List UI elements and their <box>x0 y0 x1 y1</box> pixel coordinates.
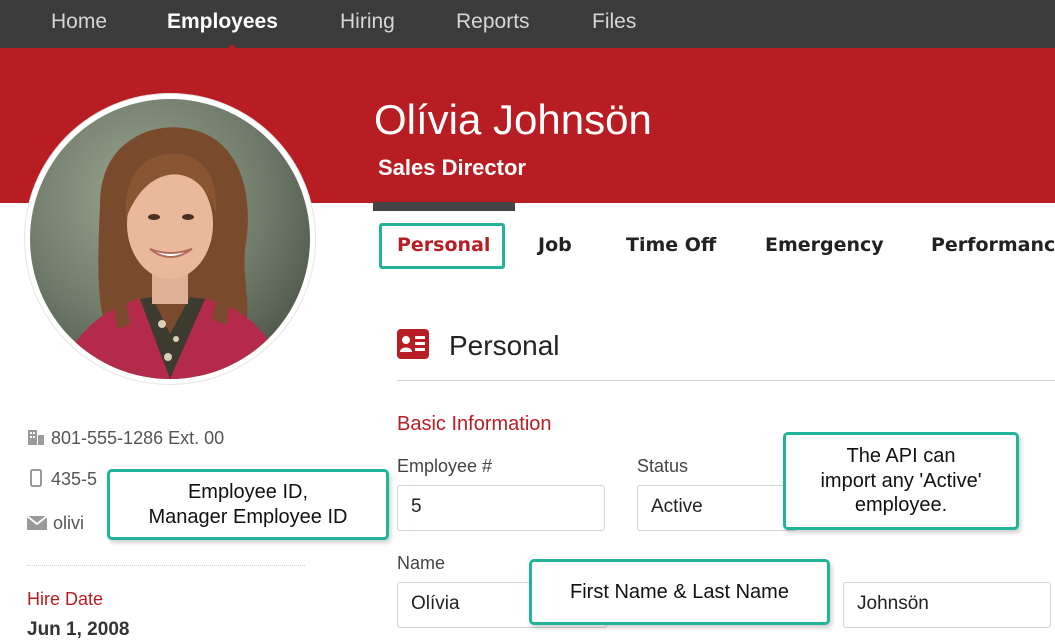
hire-date-label: Hire Date <box>27 589 104 609</box>
callout-name: First Name & Last Name <box>529 559 830 625</box>
tab-personal[interactable]: Personal <box>397 234 490 256</box>
mobile-phone-text[interactable]: 435-5 <box>51 469 97 489</box>
callout-api-line1: The API can <box>846 445 956 468</box>
callout-employee-id: Employee ID, Manager Employee ID <box>107 469 389 540</box>
callout-api-line3: employee. <box>854 494 948 517</box>
hire-date-value: Jun 1, 2008 <box>27 619 130 640</box>
email: olivi <box>26 513 84 534</box>
mobile-phone-icon <box>30 469 42 487</box>
email-text[interactable]: olivi <box>53 513 84 533</box>
employee-number-field[interactable]: 5 <box>397 485 605 531</box>
name-label: Name <box>397 553 446 573</box>
tab-time-off[interactable]: Time Off <box>626 234 716 256</box>
callout-employee-id-line2: Manager Employee ID <box>148 505 348 528</box>
tab-job[interactable]: Job <box>538 234 572 256</box>
work-phone-text[interactable]: 801-555-1286 Ext. 00 <box>51 428 224 448</box>
header-accent-bar <box>373 202 515 211</box>
employee-name: Olívia Johnsön <box>374 96 652 143</box>
mobile-phone: 435-5 <box>27 469 97 490</box>
callout-name-text: First Name & Last Name <box>570 580 789 603</box>
callout-api-active: The API can import any 'Active' employee… <box>783 432 1019 530</box>
status-field[interactable]: Active <box>637 485 797 531</box>
id-card-icon <box>397 329 429 359</box>
work-phone: 801-555-1286 Ext. 00 <box>27 428 224 449</box>
section-title: Personal <box>449 330 560 361</box>
status-label: Status <box>637 456 689 476</box>
tab-emergency[interactable]: Emergency <box>765 234 884 256</box>
last-name-field[interactable]: Johnsön <box>843 582 1051 628</box>
left-divider <box>27 565 305 566</box>
employee-number-label: Employee # <box>397 456 493 476</box>
envelope-icon <box>26 515 48 530</box>
avatar[interactable] <box>25 94 315 384</box>
nav-files[interactable]: Files <box>592 10 636 34</box>
building-icon <box>28 430 44 445</box>
nav-home[interactable]: Home <box>51 10 107 34</box>
callout-api-line2: import any 'Active' <box>820 469 982 492</box>
basic-information-header: Basic Information <box>397 413 552 435</box>
section-divider <box>397 380 1055 381</box>
profile-photo <box>30 99 310 379</box>
tab-performance[interactable]: Performanc <box>931 234 1055 256</box>
callout-employee-id-line1: Employee ID, <box>187 481 309 504</box>
top-nav: Home Employees Hiring Reports Files <box>0 0 1055 48</box>
nav-reports[interactable]: Reports <box>456 10 530 34</box>
employee-title: Sales Director <box>378 155 526 180</box>
active-nav-caret <box>224 44 240 52</box>
nav-employees[interactable]: Employees <box>167 10 278 34</box>
nav-hiring[interactable]: Hiring <box>340 10 395 34</box>
